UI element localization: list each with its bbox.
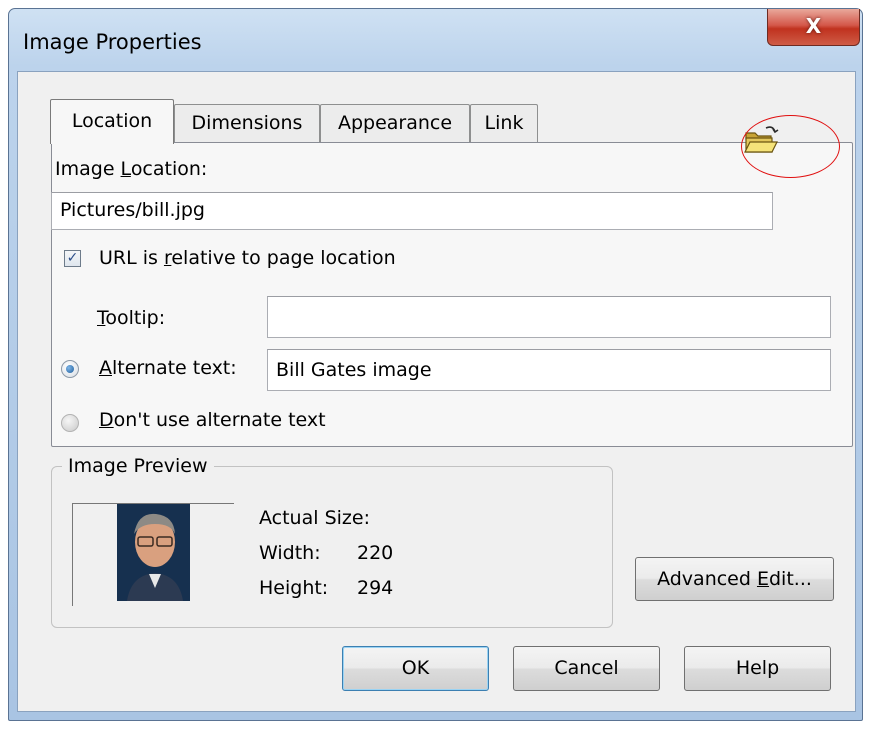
highlight-circle-annotation	[741, 115, 840, 178]
title-bar[interactable]: Image Properties X	[9, 9, 862, 71]
tooltip-input[interactable]	[267, 296, 831, 338]
height-label: Height:	[259, 577, 329, 599]
url-relative-label: URL is relative to page location	[99, 247, 396, 269]
tab-appearance[interactable]: Appearance	[320, 104, 470, 142]
image-preview-group-title: Image Preview	[62, 455, 214, 477]
no-alternate-text-radio[interactable]	[61, 414, 79, 432]
alternate-text-label: Alternate text:	[99, 357, 237, 379]
alternate-text-input[interactable]: Bill Gates image	[267, 349, 831, 391]
image-preview-thumbnail	[117, 504, 190, 601]
tab-dimensions[interactable]: Dimensions	[174, 104, 320, 142]
height-value: 294	[357, 577, 394, 599]
image-location-label: Image Location:	[55, 158, 208, 180]
alternate-text-radio[interactable]	[61, 360, 79, 378]
width-value: 220	[357, 542, 394, 564]
dialog-title: Image Properties	[23, 30, 202, 54]
help-button[interactable]: Help	[684, 646, 831, 691]
ok-button[interactable]: OK	[342, 646, 489, 691]
tooltip-label: Tooltip:	[97, 307, 166, 329]
actual-size-label: Actual Size:	[259, 507, 370, 529]
image-location-input[interactable]: Pictures/bill.jpg	[51, 192, 773, 230]
url-relative-checkbox[interactable]: ✓	[64, 250, 81, 267]
tab-link[interactable]: Link	[470, 104, 538, 142]
close-button[interactable]: X	[767, 9, 860, 46]
location-tab-panel	[51, 142, 853, 447]
width-label: Width:	[259, 542, 321, 564]
tab-location[interactable]: Location	[50, 99, 174, 144]
cancel-button[interactable]: Cancel	[513, 646, 660, 691]
advanced-edit-button[interactable]: Advanced Edit...	[635, 557, 834, 601]
no-alternate-text-label: Don't use alternate text	[99, 409, 326, 431]
